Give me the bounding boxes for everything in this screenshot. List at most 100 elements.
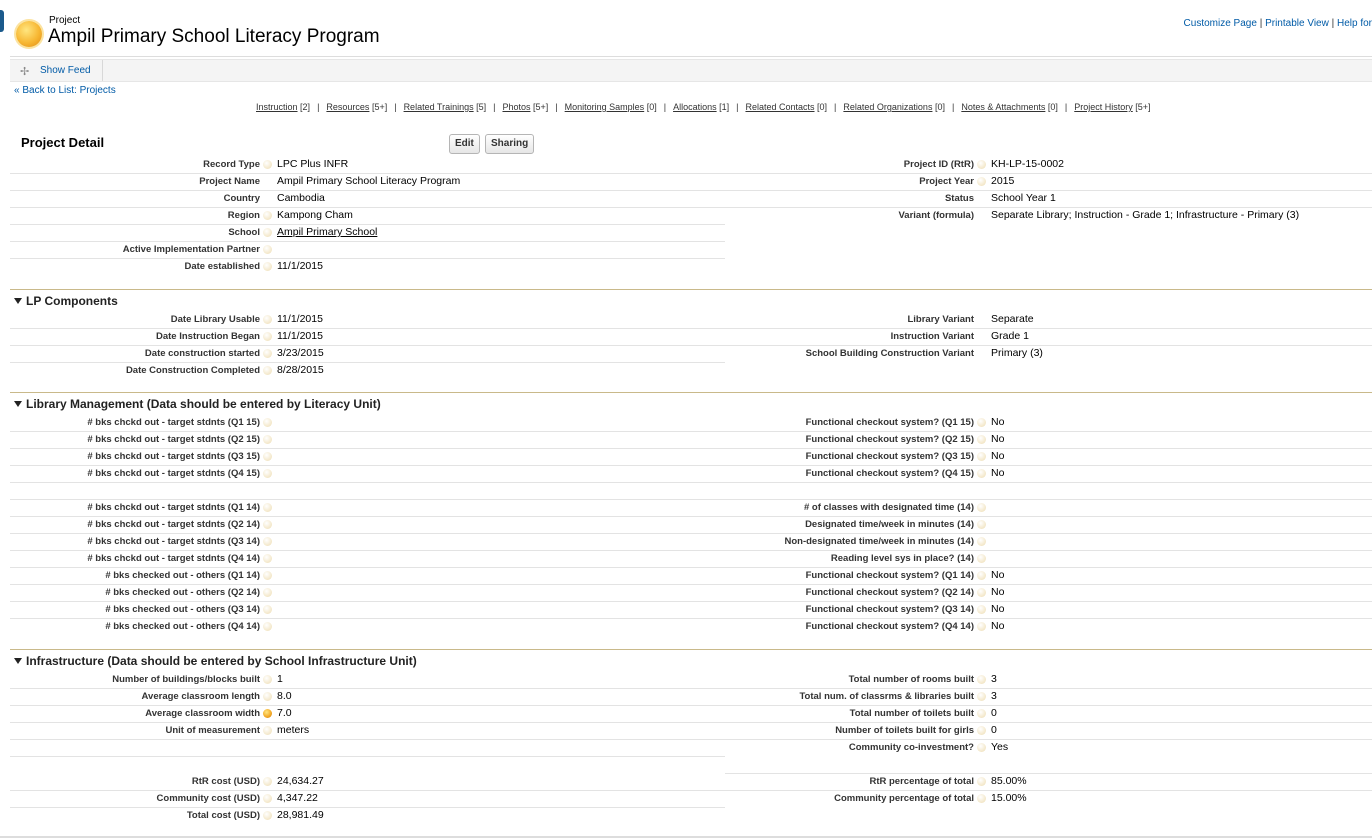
field-label: # bks chckd out - target stdnts (Q1 14) xyxy=(87,502,260,513)
sidebar-tab-handle[interactable] xyxy=(0,10,4,32)
help-bubble-icon[interactable] xyxy=(977,588,986,597)
help-bubble-icon[interactable] xyxy=(977,777,986,786)
field-row: Designated time/week in minutes (14) xyxy=(725,516,1372,534)
related-link-notes-attachments[interactable]: Notes & Attachments xyxy=(961,102,1045,112)
help-bubble-icon[interactable] xyxy=(263,588,272,597)
help-bubble-icon[interactable] xyxy=(263,418,272,427)
help-bubble-icon[interactable] xyxy=(977,452,986,461)
help-bubble-icon[interactable] xyxy=(977,622,986,631)
help-bubble-icon[interactable] xyxy=(263,520,272,529)
help-bubble-icon[interactable] xyxy=(977,537,986,546)
related-link-related-organizations[interactable]: Related Organizations xyxy=(843,102,932,112)
school-link[interactable]: Ampil Primary School xyxy=(277,226,377,238)
help-bubble-icon[interactable] xyxy=(977,692,986,701)
help-bubble-icon[interactable] xyxy=(263,315,272,324)
related-link-resources[interactable]: Resources xyxy=(326,102,369,112)
help-bubble-icon[interactable] xyxy=(263,245,272,254)
field-row: School Ampil Primary School xyxy=(10,224,725,242)
field-row: Status School Year 1 xyxy=(725,190,1372,208)
lp-components-header[interactable]: LP Components xyxy=(14,294,118,308)
help-bubble-icon[interactable] xyxy=(263,726,272,735)
help-bubble-icon[interactable] xyxy=(977,709,986,718)
help-bubble-icon[interactable] xyxy=(263,262,272,271)
help-bubble-icon[interactable] xyxy=(263,211,272,220)
help-bubble-icon[interactable] xyxy=(977,435,986,444)
help-bubble-icon[interactable] xyxy=(263,349,272,358)
help-bubble-icon[interactable] xyxy=(263,537,272,546)
related-link-instruction[interactable]: Instruction xyxy=(256,102,298,112)
field-value: Primary (3) xyxy=(991,347,1043,359)
help-bubble-icon[interactable] xyxy=(977,743,986,752)
help-bubble-icon[interactable] xyxy=(977,520,986,529)
field-row: Unit of measurement meters xyxy=(10,722,725,740)
field-label: Record Type xyxy=(203,159,260,170)
help-bubble-icon[interactable] xyxy=(263,452,272,461)
help-link[interactable]: Help for xyxy=(1337,18,1372,29)
help-bubble-icon[interactable] xyxy=(977,794,986,803)
help-bubble-icon[interactable] xyxy=(263,571,272,580)
header-divider xyxy=(10,56,1372,57)
help-bubble-icon[interactable] xyxy=(263,675,272,684)
help-bubble-icon[interactable] xyxy=(977,571,986,580)
customize-page-link[interactable]: Customize Page xyxy=(1184,18,1257,29)
help-bubble-icon[interactable] xyxy=(263,435,272,444)
field-label: Number of toilets built for girls xyxy=(835,725,974,736)
field-row: Date Library Usable 11/1/2015 xyxy=(10,311,725,329)
help-bubble-icon[interactable] xyxy=(263,554,272,563)
help-bubble-icon[interactable] xyxy=(263,777,272,786)
help-bubble-icon[interactable] xyxy=(263,794,272,803)
help-bubble-icon[interactable] xyxy=(977,726,986,735)
help-bubble-icon[interactable] xyxy=(977,418,986,427)
infrastructure-header[interactable]: Infrastructure (Data should be entered b… xyxy=(14,654,417,668)
help-bubble-icon[interactable] xyxy=(263,366,272,375)
field-label: Community co-investment? xyxy=(848,742,974,753)
field-value: No xyxy=(991,450,1005,462)
spacer-row xyxy=(725,482,1372,500)
sharing-button[interactable]: Sharing xyxy=(485,134,535,154)
help-bubble-icon[interactable] xyxy=(263,332,272,341)
help-bubble-icon[interactable] xyxy=(977,605,986,614)
field-label: Library Variant xyxy=(907,314,974,325)
field-row: Number of buildings/blocks built 1 xyxy=(10,671,725,689)
help-bubble-icon[interactable] xyxy=(263,605,272,614)
related-link-project-history[interactable]: Project History xyxy=(1074,102,1133,112)
help-bubble-icon[interactable] xyxy=(263,503,272,512)
help-bubble-icon[interactable] xyxy=(977,675,986,684)
library-management-header[interactable]: Library Management (Data should be enter… xyxy=(14,397,381,411)
field-label: Community cost (USD) xyxy=(156,793,260,804)
field-value: KH-LP-15-0002 xyxy=(991,158,1064,170)
help-bubble-icon[interactable] xyxy=(263,228,272,237)
back-to-list-link[interactable]: « Back to List: Projects xyxy=(14,85,116,96)
show-feed-button[interactable]: ✢ Show Feed xyxy=(10,60,103,81)
field-row: Total cost (USD) 28,981.49 xyxy=(10,807,725,824)
related-link-related-contacts[interactable]: Related Contacts xyxy=(745,102,814,112)
help-bubble-icon[interactable] xyxy=(263,469,272,478)
related-count: [0] xyxy=(934,102,945,112)
related-link-allocations[interactable]: Allocations xyxy=(673,102,717,112)
field-label: Project Year xyxy=(919,176,974,187)
field-row: Community co-investment? Yes xyxy=(725,739,1372,756)
related-link-related-trainings[interactable]: Related Trainings xyxy=(404,102,474,112)
field-row: Date Construction Completed 8/28/2015 xyxy=(10,362,725,379)
help-bubble-icon[interactable] xyxy=(263,160,272,169)
help-bubble-icon[interactable] xyxy=(263,622,272,631)
field-row: Functional checkout system? (Q4 15) No xyxy=(725,465,1372,483)
help-bubble-icon[interactable] xyxy=(977,554,986,563)
related-link-monitoring-samples[interactable]: Monitoring Samples xyxy=(565,102,645,112)
help-bubble-icon[interactable] xyxy=(977,503,986,512)
help-bubble-icon[interactable] xyxy=(263,692,272,701)
edit-button[interactable]: Edit xyxy=(449,134,480,154)
help-bubble-icon[interactable] xyxy=(977,160,986,169)
printable-view-link[interactable]: Printable View xyxy=(1265,18,1329,29)
help-bubble-icon[interactable] xyxy=(977,177,986,186)
feed-bar: ✢ Show Feed xyxy=(10,59,1372,82)
field-label: Date Instruction Began xyxy=(156,331,260,342)
help-bubble-icon[interactable] xyxy=(263,709,272,718)
related-link-photos[interactable]: Photos xyxy=(502,102,530,112)
help-bubble-icon[interactable] xyxy=(263,811,272,820)
field-row: RtR percentage of total 85.00% xyxy=(725,773,1372,791)
field-row: Project Year 2015 xyxy=(725,173,1372,191)
related-separator: | xyxy=(834,102,837,112)
help-bubble-icon[interactable] xyxy=(977,469,986,478)
field-row: # bks checked out - others (Q2 14) xyxy=(10,584,725,602)
